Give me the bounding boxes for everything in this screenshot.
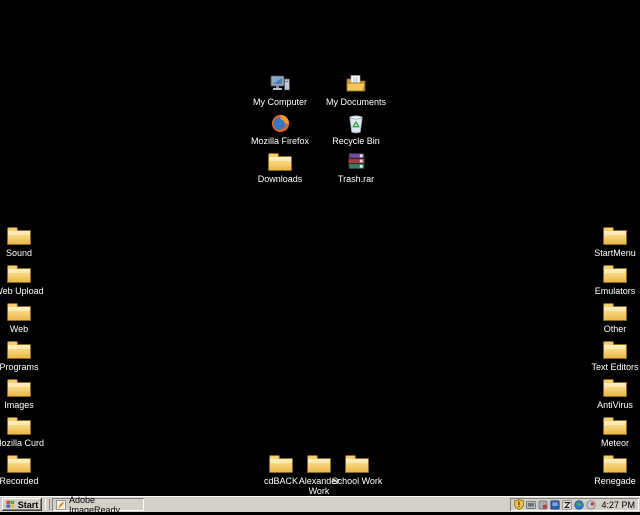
start-button-label: Start (18, 500, 39, 510)
desktop-icon-mozilla-firefox[interactable]: Mozilla Firefox (248, 112, 312, 146)
icon-label: Recorded (0, 476, 39, 486)
icon-label: Web Upload (0, 286, 44, 296)
icon-label: School Work (332, 476, 383, 486)
desktop-icon-mozilla-curd[interactable]: Mozilla Curd (0, 414, 51, 448)
windows-flag-icon (6, 500, 15, 509)
icon-label: Mozilla Firefox (251, 136, 309, 146)
zonealarm-icon[interactable] (562, 500, 572, 510)
icon-label: Other (604, 324, 627, 334)
my-computer-icon (269, 73, 291, 95)
desktop-icon-renegade[interactable]: Renegade (583, 452, 640, 486)
winrar-archive-icon (347, 150, 366, 172)
folder-icon (345, 452, 369, 474)
desktop-icon-programs[interactable]: Programs (0, 338, 51, 372)
desktop-icon-my-computer[interactable]: My Computer (248, 73, 312, 107)
desktop-icon-school-work[interactable]: School Work (325, 452, 389, 486)
folder-icon (603, 452, 627, 474)
folder-icon (603, 414, 627, 436)
desktop-icon-text-editors[interactable]: Text Editors (583, 338, 640, 372)
taskbar-clock[interactable]: 4:27 PM (601, 500, 635, 510)
messenger-icon[interactable] (550, 500, 560, 510)
firefox-icon (270, 112, 291, 134)
taskbar: Start Adobe ImageReady (0, 496, 640, 512)
folder-icon (7, 262, 31, 284)
desktop-icon-trash-rar[interactable]: Trash.rar (324, 150, 388, 184)
volume-icon[interactable] (538, 500, 548, 510)
hardware-icon[interactable] (526, 500, 536, 510)
taskbar-grip (45, 499, 50, 510)
folder-icon (7, 224, 31, 246)
icon-label: Mozilla Curd (0, 438, 44, 448)
system-tray: 4:27 PM (510, 498, 639, 511)
desktop-icon-web-upload[interactable]: Web Upload (0, 262, 51, 296)
desktop-icon-images[interactable]: Images (0, 376, 51, 410)
folder-icon (7, 376, 31, 398)
icon-label: Web (10, 324, 28, 334)
desktop-icon-sound[interactable]: Sound (0, 224, 51, 258)
update-icon[interactable] (586, 500, 596, 510)
security-shield-icon[interactable] (514, 499, 524, 510)
start-button[interactable]: Start (2, 498, 42, 511)
icon-label: Downloads (258, 174, 303, 184)
icon-label: Renegade (594, 476, 636, 486)
imageready-icon (56, 500, 66, 510)
icon-label: Images (4, 400, 34, 410)
icon-label: Emulators (595, 286, 636, 296)
icon-label: StartMenu (594, 248, 636, 258)
desktop-icon-startmenu[interactable]: StartMenu (583, 224, 640, 258)
desktop-icon-recycle-bin[interactable]: Recycle Bin (324, 112, 388, 146)
folder-icon (7, 300, 31, 322)
desktop-icon-antivirus[interactable]: AntiVirus (583, 376, 640, 410)
folder-icon (7, 414, 31, 436)
desktop-icon-my-documents[interactable]: My Documents (324, 73, 388, 107)
desktop-icon-web[interactable]: Web (0, 300, 51, 334)
my-documents-icon (345, 73, 367, 95)
folder-icon (7, 338, 31, 360)
recycle-bin-icon (346, 112, 366, 134)
desktop-icon-recorded[interactable]: Recorded (0, 452, 51, 486)
folder-icon (7, 452, 31, 474)
icon-label: Recycle Bin (332, 136, 380, 146)
icon-label: Trash.rar (338, 174, 374, 184)
folder-icon (603, 262, 627, 284)
desktop-icon-other[interactable]: Other (583, 300, 640, 334)
desktop-icon-meteor[interactable]: Meteor (583, 414, 640, 448)
icon-label: My Computer (253, 97, 307, 107)
desktop: My Computer My Documents Mozilla Firefox (0, 0, 640, 496)
task-button-adobe-imageready[interactable]: Adobe ImageReady (52, 498, 144, 511)
icon-label: Meteor (601, 438, 629, 448)
icon-label: Text Editors (591, 362, 638, 372)
folder-icon (603, 300, 627, 322)
globe-icon[interactable] (574, 500, 584, 510)
folder-icon (603, 376, 627, 398)
folder-icon (603, 338, 627, 360)
icon-label: My Documents (326, 97, 386, 107)
folder-icon (268, 150, 292, 172)
folder-icon (603, 224, 627, 246)
icon-label: AntiVirus (597, 400, 633, 410)
desktop-icon-downloads[interactable]: Downloads (248, 150, 312, 184)
desktop-icon-emulators[interactable]: Emulators (583, 262, 640, 296)
icon-label: Programs (0, 362, 39, 372)
icon-label: Sound (6, 248, 32, 258)
